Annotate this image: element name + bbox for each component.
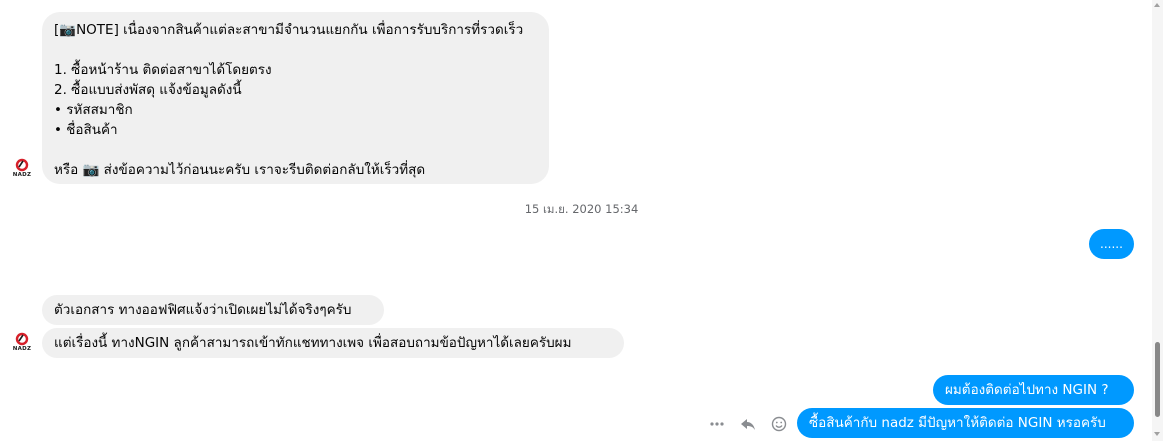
chat-thread: [📷NOTE] เนื่องจากสินค้าแต่ละสาขามีจำนวนแ… xyxy=(0,0,1152,441)
scrollbar-thumb[interactable] xyxy=(1155,342,1160,417)
message-text: ซื้อสินค้ากับ nadz มีปัญหาให้ติดต่อ NGIN… xyxy=(809,415,1106,431)
avatar-label: NADZ xyxy=(12,172,32,178)
nadz-logo-icon xyxy=(15,332,29,346)
incoming-message[interactable]: แต่เรื่องนี้ ทางNGIN ลูกค้าสามารถเข้าทัก… xyxy=(42,328,624,358)
message-line: หรือ 📷 ส่งข้อความไว้ก่อนนะครับ เราจะรีบต… xyxy=(54,162,426,178)
avatar[interactable]: NADZ xyxy=(10,158,34,182)
message-line xyxy=(54,40,537,60)
outgoing-message[interactable]: ...... xyxy=(1089,229,1134,259)
avatar-label: NADZ xyxy=(12,346,32,352)
outgoing-message[interactable]: ซื้อสินค้ากับ nadz มีปัญหาให้ติดต่อ NGIN… xyxy=(797,408,1134,438)
message-line: • รหัสสมาชิก xyxy=(54,102,133,118)
message-text: แต่เรื่องนี้ ทางNGIN ลูกค้าสามารถเข้าทัก… xyxy=(54,335,572,351)
message-line xyxy=(54,140,537,160)
reply-button[interactable] xyxy=(738,414,758,434)
scrollbar[interactable] xyxy=(1152,0,1163,441)
message-text: ตัวเอกสาร ทางออฟฟิศแจ้งว่าเปิดเผยไม่ได้จ… xyxy=(54,302,352,318)
message-text: ...... xyxy=(1100,237,1123,251)
message-line: • ชื่อสินค้า xyxy=(54,122,118,138)
avatar[interactable]: NADZ xyxy=(10,332,34,356)
message-line: [📷NOTE] เนื่องจากสินค้าแต่ละสาขามีจำนวนแ… xyxy=(54,22,524,38)
message-line: 1. ซื้อหน้าร้าน ติดต่อสาขาได้โดยตรง xyxy=(54,62,272,78)
more-icon xyxy=(710,422,724,426)
reply-icon xyxy=(741,419,755,430)
outgoing-message[interactable]: ผมต้องติดต่อไปทาง NGIN ? xyxy=(933,375,1134,405)
incoming-message[interactable]: ตัวเอกสาร ทางออฟฟิศแจ้งว่าเปิดเผยไม่ได้จ… xyxy=(42,295,384,325)
nadz-logo-icon xyxy=(15,158,29,172)
incoming-message-note[interactable]: [📷NOTE] เนื่องจากสินค้าแต่ละสาขามีจำนวนแ… xyxy=(42,12,549,184)
scroll-up-arrow-icon[interactable] xyxy=(1154,3,1160,7)
message-text: ผมต้องติดต่อไปทาง NGIN ? xyxy=(945,382,1109,398)
scroll-down-arrow-icon[interactable] xyxy=(1154,432,1160,436)
react-button[interactable] xyxy=(769,414,789,434)
message-timestamp: 15 เม.ย. 2020 15:34 xyxy=(524,202,639,216)
more-options-button[interactable] xyxy=(707,414,727,434)
react-icon xyxy=(771,416,787,432)
message-line: 2. ซื้อแบบส่งพัสดุ แจ้งข้อมูลดังนี้ xyxy=(54,82,242,98)
